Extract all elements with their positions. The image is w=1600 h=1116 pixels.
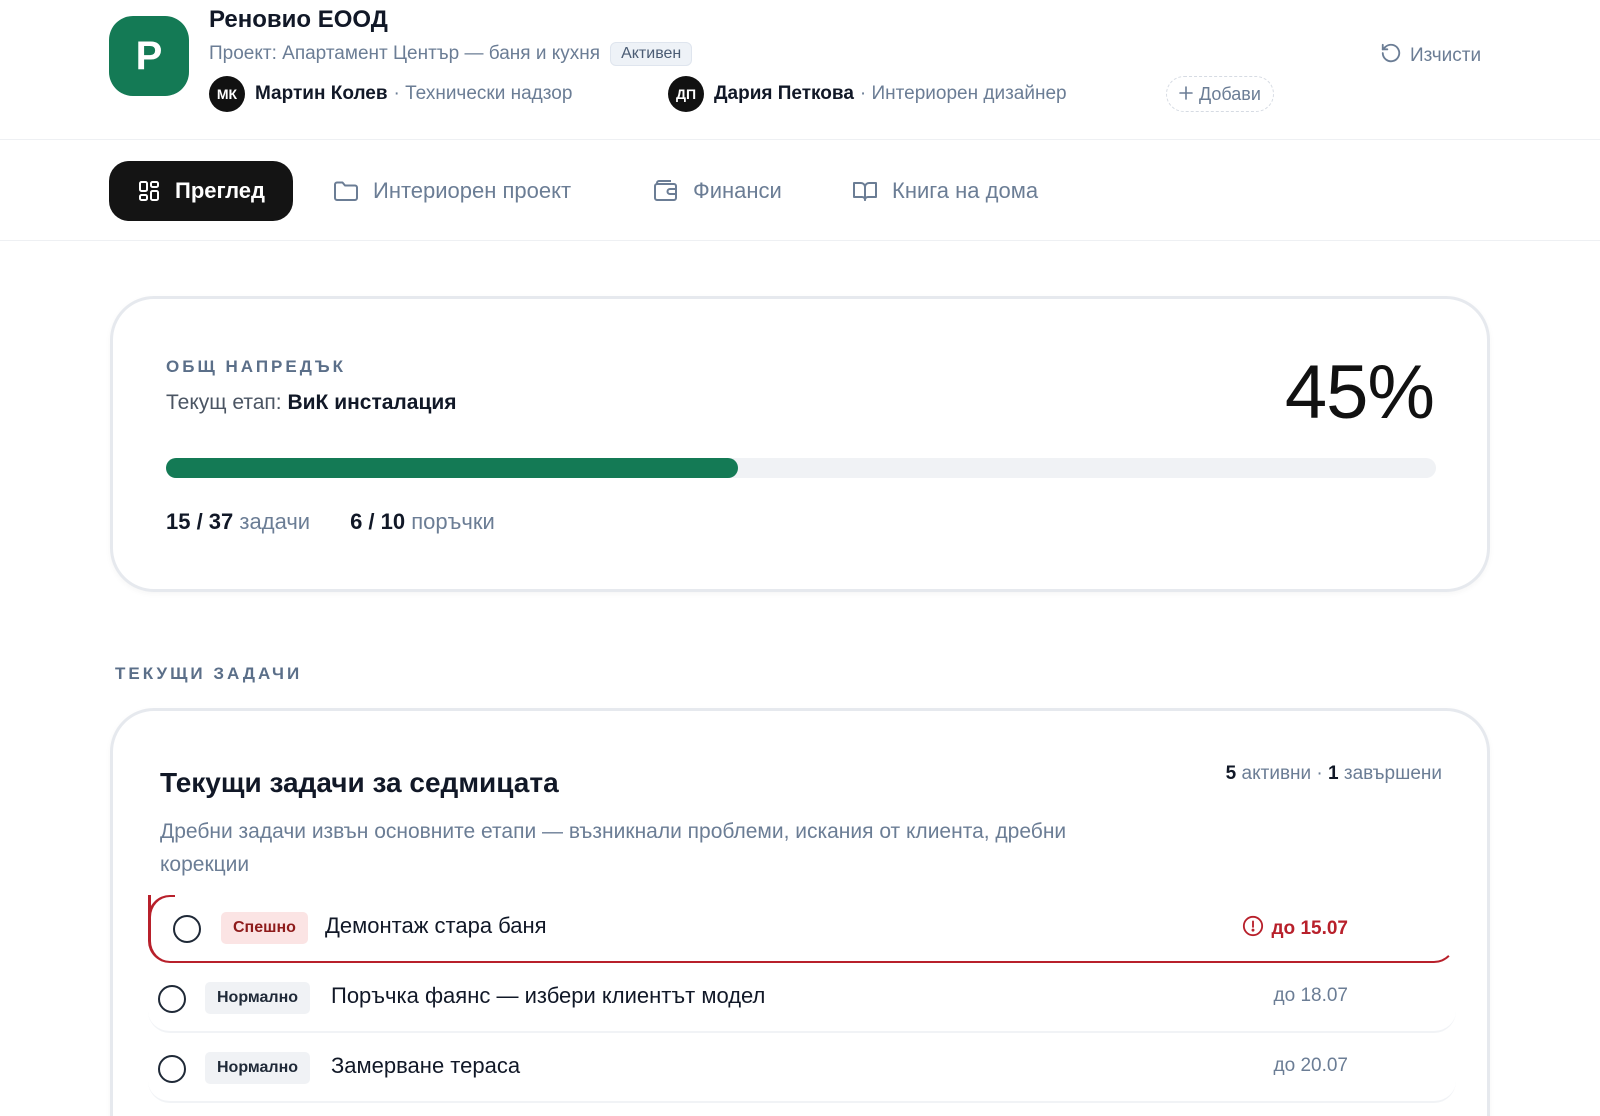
- reset-icon: [1380, 42, 1402, 70]
- tab-label: Преглед: [175, 178, 265, 203]
- tasks-card-description: Дребни задачи извън основните етапи — въ…: [160, 820, 1067, 876]
- stage-label: Текущ етап:: [166, 391, 282, 414]
- orders-label: поръчки: [411, 509, 495, 534]
- alert-circle-icon: [1242, 915, 1264, 943]
- team-member-1[interactable]: МК Мартин Колев · Технически надзор: [209, 76, 572, 112]
- task-due: до 18.07: [1274, 985, 1348, 1007]
- tab-label: Интериорен проект: [373, 178, 572, 203]
- stage-value: ВиК инсталация: [287, 391, 457, 414]
- plus-icon: [1179, 84, 1193, 105]
- member-role: · Технически надзор: [393, 83, 573, 104]
- orders-stat: 6 / 10 поръчки: [350, 509, 495, 535]
- wallet-icon: [653, 179, 679, 203]
- book-icon: [852, 179, 878, 203]
- tab-home-book[interactable]: Книга на дома: [852, 161, 1038, 221]
- company-name: Реновио ЕООД: [209, 6, 388, 33]
- progress-overline: ОБЩ НАПРЕДЪК: [166, 357, 346, 376]
- active-label: активни ·: [1241, 763, 1323, 784]
- progress-percent: 45%: [1284, 350, 1435, 435]
- team-member-2[interactable]: ДП Дария Петкова · Интериорен дизайнер: [668, 76, 1067, 112]
- tasks-stat: 15 / 37 задачи: [166, 509, 310, 535]
- task-row[interactable]: Спешно Демонтаж стара баня до 15.07: [148, 895, 1456, 963]
- member-role: · Интериорен дизайнер: [859, 83, 1067, 104]
- member-name: Дария Петкова: [714, 83, 854, 104]
- project-name: Проект: Апартамент Център — баня и кухня: [209, 43, 601, 64]
- status-badge: Активен: [610, 42, 693, 66]
- task-due: до 15.07: [1242, 915, 1349, 943]
- tasks-card-title: Текущи задачи за седмицата: [160, 767, 559, 798]
- grid-icon: [137, 179, 161, 203]
- app-header: Р Реновио ЕООД Проект: Апартамент Център…: [0, 0, 1600, 140]
- tab-finances[interactable]: Финанси: [653, 161, 782, 221]
- due-date: до 20.07: [1273, 1055, 1348, 1076]
- orders-count: 6 / 10: [350, 509, 406, 534]
- tab-interior-project[interactable]: Интериорен проект: [333, 161, 571, 221]
- avatar: ДП: [668, 76, 704, 112]
- folder-icon: [333, 179, 359, 203]
- add-member-button[interactable]: Добави: [1166, 76, 1274, 112]
- tasks-count: 15 / 37: [166, 509, 234, 534]
- tab-bar: Преглед Интериорен проект Финанси Книга …: [0, 141, 1600, 241]
- task-row[interactable]: Нормално Замерване тераса до 20.07: [148, 1035, 1456, 1103]
- priority-badge-normal: Нормално: [205, 982, 311, 1014]
- company-logo: Р: [109, 16, 189, 96]
- tasks-label: задачи: [239, 509, 311, 534]
- task-title: Замерване тераса: [331, 1053, 521, 1078]
- priority-badge-urgent: Спешно: [221, 912, 308, 944]
- task-checkbox[interactable]: [158, 1055, 186, 1083]
- project-line: Проект: Апартамент Център — баня и кухня…: [209, 42, 693, 66]
- active-count: 5: [1225, 763, 1237, 784]
- avatar: МК: [209, 76, 245, 112]
- task-title: Демонтаж стара баня: [325, 913, 547, 938]
- progress-bar: [166, 458, 1436, 478]
- task-checkbox[interactable]: [173, 915, 201, 943]
- tab-overview[interactable]: Преглед: [109, 161, 293, 221]
- task-title: Поръчка фаянс — избери клиентът модел: [331, 983, 766, 1008]
- due-date: до 15.07: [1271, 918, 1349, 939]
- due-date: до 18.07: [1273, 985, 1348, 1006]
- task-checkbox[interactable]: [158, 985, 186, 1013]
- progress-card: ОБЩ НАПРЕДЪК Текущ етап: ВиК инсталация …: [110, 296, 1490, 592]
- tab-label: Финанси: [693, 178, 782, 203]
- tasks-card: Текущи задачи за седмицата 5 активни · 1…: [110, 708, 1490, 1116]
- priority-badge-normal: Нормално: [205, 1052, 311, 1084]
- tab-label: Книга на дома: [892, 178, 1039, 203]
- task-due: до 20.07: [1274, 1055, 1348, 1077]
- clear-button[interactable]: Изчисти: [1380, 42, 1481, 70]
- member-name: Мартин Колев: [255, 83, 388, 104]
- done-label: завършени: [1343, 763, 1442, 784]
- add-member-label: Добави: [1199, 83, 1261, 104]
- task-counts: 5 активни · 1 завършени: [1226, 763, 1442, 785]
- current-stage: Текущ етап: ВиК инсталация: [166, 391, 457, 415]
- done-count: 1: [1328, 763, 1339, 784]
- progress-bar-fill: [166, 458, 738, 478]
- clear-label: Изчисти: [1410, 45, 1482, 66]
- section-label: ТЕКУЩИ ЗАДАЧИ: [115, 664, 303, 683]
- progress-stats: 15 / 37 задачи 6 / 10 поръчки: [166, 509, 495, 535]
- task-row[interactable]: Нормално Поръчка фаянс — избери клиентът…: [148, 965, 1456, 1033]
